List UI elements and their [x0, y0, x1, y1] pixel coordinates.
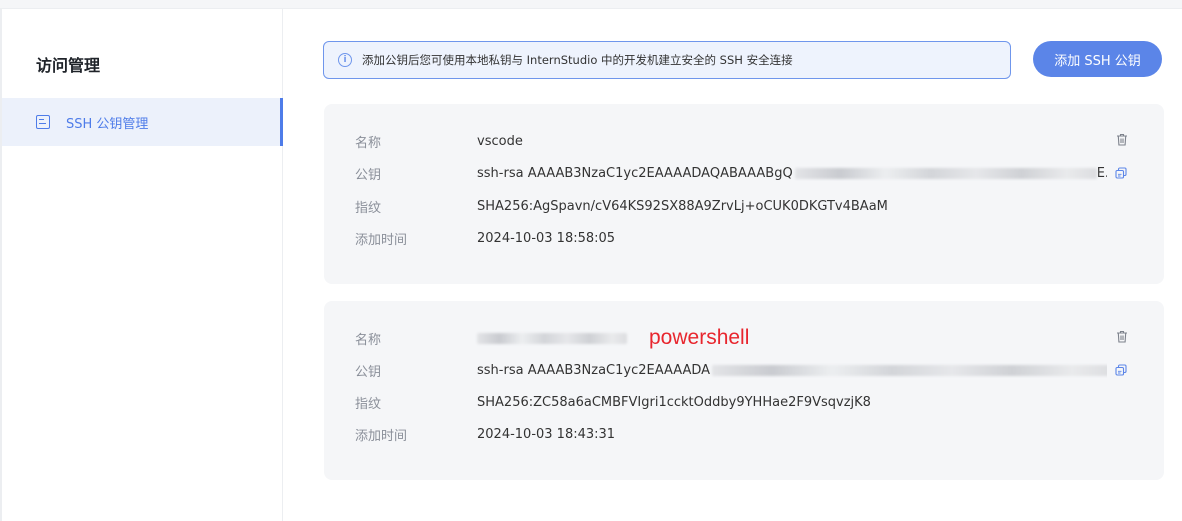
copy-icon[interactable] — [1115, 167, 1127, 179]
key-value: ssh-rsa AAAAB3NzaC1yc2EAAAADAQABAAABgQ E.… — [477, 166, 1107, 181]
sidebar-item-label: SSH 公钥管理 — [66, 116, 149, 132]
key-row: 公钥 ssh-rsa AAAAB3NzaC1yc2EAAAADAQABAAABg… — [355, 163, 1107, 183]
key-prefix: ssh-rsa AAAAB3NzaC1yc2EAAAADA — [477, 362, 711, 378]
name-label: 名称 — [355, 332, 382, 348]
key-suffix: E... — [1096, 165, 1107, 181]
annotation-text: powershell — [649, 326, 750, 349]
added-time-label: 添加时间 — [355, 232, 408, 248]
info-icon: i — [338, 53, 352, 67]
name-row: 名称 vscode — [355, 131, 523, 151]
ssh-key-card: 名称 vscode 公钥 ssh-rsa AAAAB3NzaC1yc2EAAAA… — [324, 104, 1164, 284]
window-top-edge — [0, 0, 1182, 9]
add-ssh-key-button[interactable]: 添加 SSH 公钥 — [1033, 41, 1162, 77]
redacted-region — [794, 167, 1097, 179]
key-label: 公钥 — [355, 167, 382, 183]
document-icon — [36, 115, 50, 129]
key-name: vscode — [477, 133, 523, 149]
key-label: 公钥 — [355, 364, 382, 380]
fingerprint-row: 指纹 SHA256:ZC58a6aCMBFVIgri1ccktOddby9YHH… — [355, 392, 871, 412]
trash-icon[interactable] — [1116, 133, 1128, 146]
redacted-region — [477, 332, 627, 344]
fingerprint-label: 指纹 — [355, 200, 382, 216]
added-time-row: 添加时间 2024-10-03 18:43:31 — [355, 424, 615, 444]
name-row: 名称 powershell — [355, 326, 750, 349]
info-notice: i 添加公钥后您可使用本地私钥与 InternStudio 中的开发机建立安全的… — [323, 41, 1011, 79]
key-prefix: ssh-rsa AAAAB3NzaC1yc2EAAAADAQABAAABgQ — [477, 165, 793, 181]
fingerprint-row: 指纹 SHA256:AgSpavn/cV64KS92SX88A9ZrvLj+oC… — [355, 196, 888, 216]
name-label: 名称 — [355, 135, 382, 151]
added-time-label: 添加时间 — [355, 428, 408, 444]
copy-icon[interactable] — [1115, 364, 1127, 376]
key-row: 公钥 ssh-rsa AAAAB3NzaC1yc2EAAAADA.. — [355, 360, 1107, 380]
fingerprint-value: SHA256:ZC58a6aCMBFVIgri1ccktOddby9YHHae2… — [477, 394, 871, 410]
key-value: ssh-rsa AAAAB3NzaC1yc2EAAAADA.. — [477, 363, 1107, 378]
sidebar-item-ssh-keys[interactable]: SSH 公钥管理 — [2, 98, 283, 146]
trash-icon[interactable] — [1116, 330, 1128, 343]
redacted-region — [712, 364, 1107, 376]
added-time-row: 添加时间 2024-10-03 18:58:05 — [355, 228, 615, 248]
notice-text: 添加公钥后您可使用本地私钥与 InternStudio 中的开发机建立安全的 S… — [362, 53, 793, 67]
added-time-value: 2024-10-03 18:58:05 — [477, 230, 616, 246]
fingerprint-value: SHA256:AgSpavn/cV64KS92SX88A9ZrvLj+oCUK0… — [477, 198, 888, 214]
fingerprint-label: 指纹 — [355, 396, 382, 412]
sidebar-title: 访问管理 — [36, 56, 101, 75]
added-time-value: 2024-10-03 18:43:31 — [477, 426, 616, 442]
ssh-key-card: 名称 powershell 公钥 ssh-rsa AAAAB3NzaC1yc2E… — [324, 301, 1164, 480]
sidebar: 访问管理 SSH 公钥管理 — [0, 9, 283, 521]
